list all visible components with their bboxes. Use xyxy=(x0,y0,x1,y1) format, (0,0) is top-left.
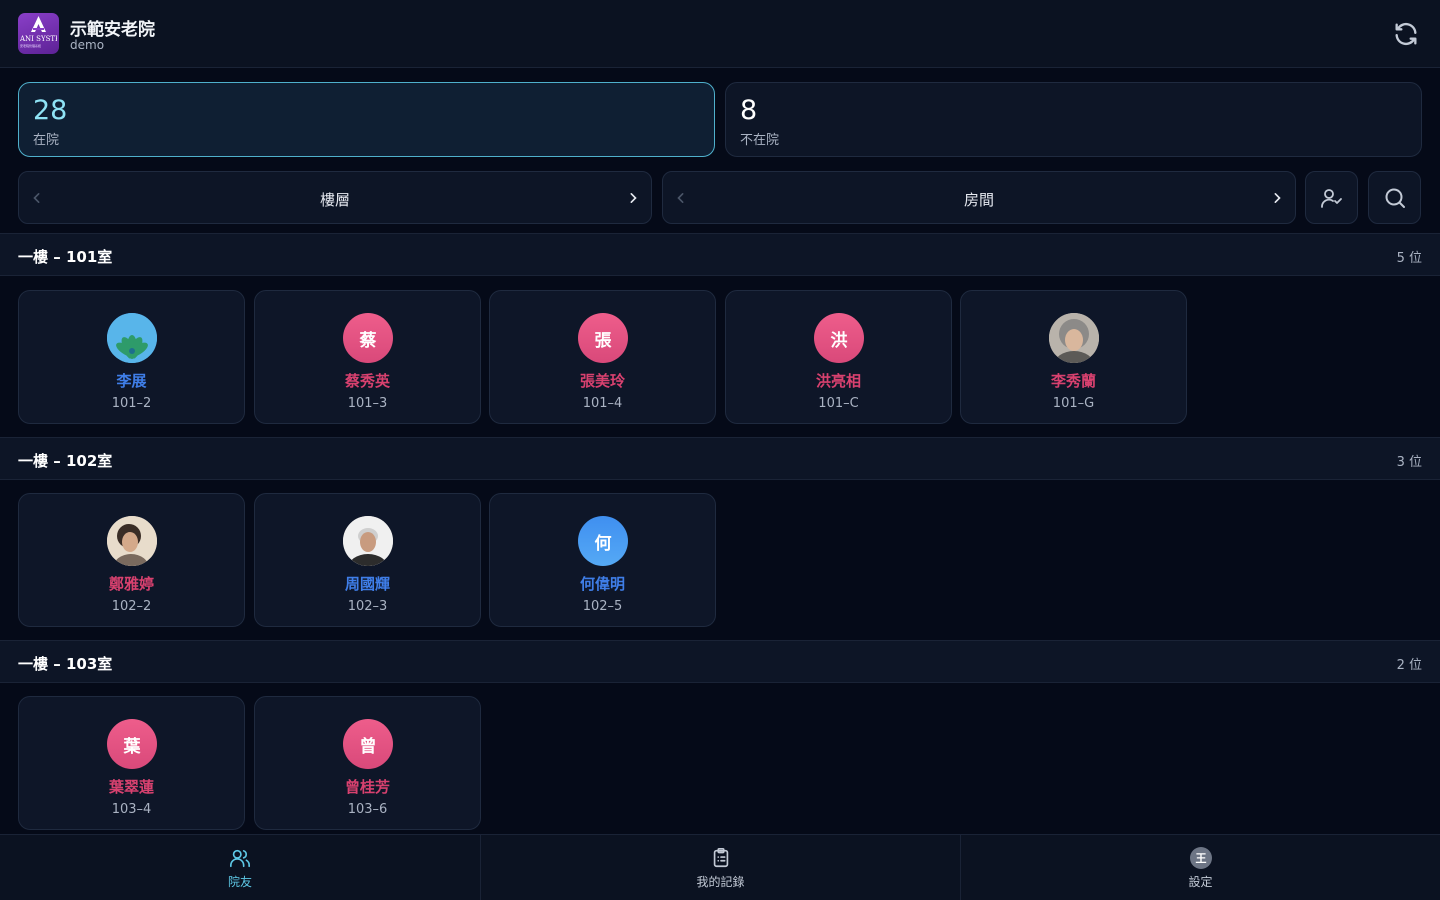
logo-text: ANI SYSTEMS xyxy=(20,35,57,43)
room-section-header: 一樓 – 102室 3 位 xyxy=(0,437,1440,480)
nav-label: 我的記錄 xyxy=(696,875,745,889)
resident-card[interactable]: 葉 葉翠蓮 103–4 xyxy=(18,696,245,830)
resident-card[interactable]: 何 何偉明 102–5 xyxy=(489,493,716,627)
resident-avatar: 洪 xyxy=(814,313,864,363)
logo-mark-icon xyxy=(31,16,46,32)
stat-not-in-home[interactable]: 8 不在院 xyxy=(725,82,1422,157)
resident-card[interactable]: 周國輝 102–3 xyxy=(254,493,481,627)
nav-settings[interactable]: 王 設定 xyxy=(960,835,1440,900)
floor-selector[interactable]: 樓層 xyxy=(18,171,652,224)
resident-name: 張美玲 xyxy=(579,372,625,390)
nav-label: 院友 xyxy=(227,875,252,889)
logo-subtext: 安老院管理系統 xyxy=(20,44,42,48)
resident-bed: 101–3 xyxy=(347,396,388,411)
resident-avatar xyxy=(107,516,157,566)
stat-label: 在院 xyxy=(33,133,60,148)
resident-card[interactable]: 張 張美玲 101–4 xyxy=(489,290,716,424)
resident-card[interactable]: 曾 曾桂芳 103–6 xyxy=(254,696,481,830)
nav-residents[interactable]: 院友 xyxy=(0,835,480,900)
resident-card[interactable]: 蔡 蔡秀英 101–3 xyxy=(254,290,481,424)
resident-bed: 102–5 xyxy=(582,599,623,614)
refresh-button[interactable] xyxy=(1392,20,1420,48)
room-count: 2 位 xyxy=(1396,658,1422,673)
floor-label: 樓層 xyxy=(319,191,350,209)
room-section-header: 一樓 – 103室 2 位 xyxy=(0,640,1440,683)
resident-avatar xyxy=(1049,313,1099,363)
stat-in-home[interactable]: 28 在院 xyxy=(18,82,715,157)
resident-avatar xyxy=(107,313,157,363)
resident-card[interactable]: 鄭雅婷 102–2 xyxy=(18,493,245,627)
resident-name: 周國輝 xyxy=(344,575,390,593)
resident-bed: 102–2 xyxy=(111,599,152,614)
resident-name: 何偉明 xyxy=(579,575,625,593)
room-count: 3 位 xyxy=(1396,455,1422,470)
room-selector[interactable]: 房間 xyxy=(662,171,1296,224)
chevron-right-icon[interactable] xyxy=(1267,188,1287,208)
resident-bed: 101–C xyxy=(818,396,859,411)
clipboard-icon xyxy=(713,848,729,868)
bottom-nav: 院友 我的記錄 王 設定 xyxy=(0,834,1440,900)
resident-name: 蔡秀英 xyxy=(344,372,390,390)
resident-avatar: 蔡 xyxy=(343,313,393,363)
resident-card[interactable]: 李秀蘭 101–G xyxy=(960,290,1187,424)
user-check-icon xyxy=(1321,189,1342,208)
resident-avatar: 曾 xyxy=(343,719,393,769)
resident-avatar: 葉 xyxy=(107,719,157,769)
resident-name: 葉翠蓮 xyxy=(108,778,154,796)
org-subtitle: demo xyxy=(70,38,105,52)
resident-bed: 103–4 xyxy=(111,802,152,817)
stat-value: 8 xyxy=(740,95,758,126)
resident-card[interactable]: 李展 101–2 xyxy=(18,290,245,424)
resident-bed: 102–3 xyxy=(347,599,388,614)
resident-name: 曾桂芳 xyxy=(344,778,390,796)
refresh-icon xyxy=(1395,22,1417,46)
resident-name: 李展 xyxy=(116,372,147,390)
resident-bed: 101–2 xyxy=(111,396,152,411)
search-button[interactable] xyxy=(1368,171,1421,224)
resident-name: 李秀蘭 xyxy=(1050,372,1096,390)
stat-label: 不在院 xyxy=(740,133,780,148)
room-title: 一樓 – 102室 xyxy=(18,452,113,470)
resident-avatar: 何 xyxy=(578,516,628,566)
resident-avatar: 張 xyxy=(578,313,628,363)
users-icon xyxy=(230,849,250,868)
resident-photo-icon xyxy=(107,516,157,566)
resident-name: 洪亮相 xyxy=(815,372,861,390)
room-title: 一樓 – 101室 xyxy=(18,248,113,266)
resident-bed: 101–G xyxy=(1052,396,1095,411)
resident-avatar xyxy=(343,516,393,566)
app-logo: ANI SYSTEMS 安老院管理系統 xyxy=(18,13,59,54)
room-section-header: 一樓 – 101室 5 位 xyxy=(0,233,1440,276)
chevron-right-icon[interactable] xyxy=(623,188,643,208)
room-label: 房間 xyxy=(963,191,994,209)
resident-card[interactable]: 洪 洪亮相 101–C xyxy=(725,290,952,424)
nav-label: 設定 xyxy=(1188,875,1213,889)
search-icon xyxy=(1385,188,1405,208)
resident-photo-icon xyxy=(343,516,393,566)
resident-name: 鄭雅婷 xyxy=(108,575,154,593)
resident-bed: 103–6 xyxy=(347,802,388,817)
app-header: ANI SYSTEMS 安老院管理系統 示範安老院 demo xyxy=(0,0,1440,68)
nav-my-records[interactable]: 我的記錄 xyxy=(480,835,960,900)
room-title: 一樓 – 103室 xyxy=(18,655,113,673)
org-name: 示範安老院 xyxy=(70,20,155,40)
stat-value: 28 xyxy=(33,95,68,126)
attendance-button[interactable] xyxy=(1305,171,1358,224)
resident-photo-icon xyxy=(1049,313,1099,363)
resident-bed: 101–4 xyxy=(582,396,623,411)
room-count: 5 位 xyxy=(1396,251,1422,266)
peacock-avatar-icon xyxy=(107,313,157,363)
avatar-icon: 王 xyxy=(1190,847,1212,869)
